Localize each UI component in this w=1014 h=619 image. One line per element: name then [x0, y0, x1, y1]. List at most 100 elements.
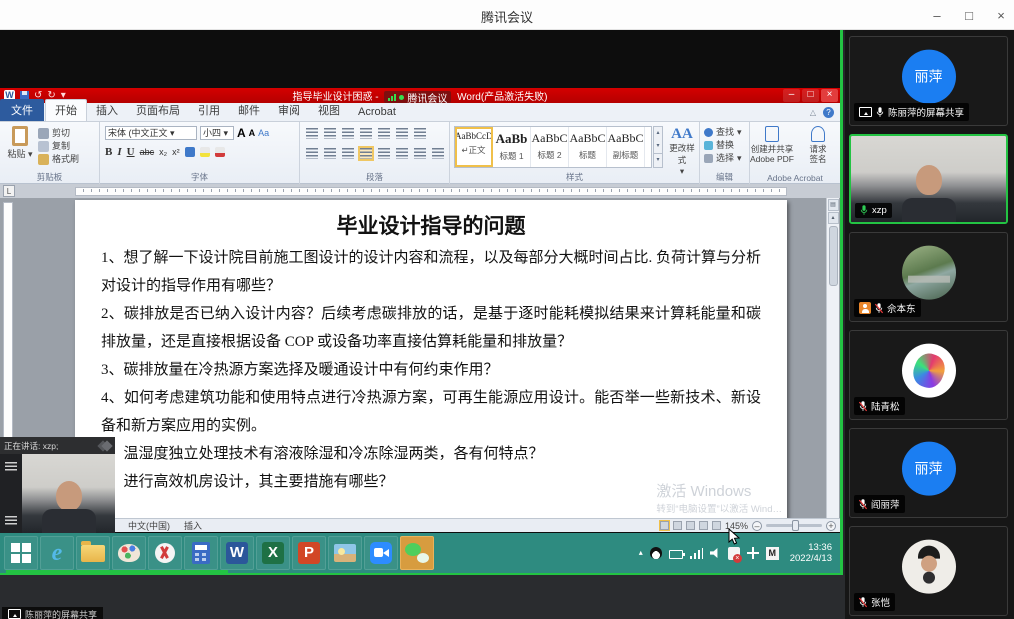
tab-file[interactable]: 文件 [0, 99, 44, 121]
bullets-icon[interactable] [306, 128, 318, 139]
zoom-in-button[interactable]: + [826, 521, 836, 531]
highlight-color-icon[interactable] [200, 147, 210, 157]
participant-tile-shebendon[interactable]: 佘本东 [849, 232, 1008, 322]
align-center-icon[interactable] [324, 148, 336, 159]
horizontal-ruler[interactable] [75, 187, 787, 196]
subscript-button[interactable]: x₂ [159, 147, 167, 157]
italic-button[interactable]: I [117, 146, 121, 158]
input-method-icon[interactable]: M [766, 547, 779, 560]
participant-tile-screenshare[interactable]: 丽萍 陈丽萍的屏幕共享 [849, 36, 1008, 126]
view-print-layout-icon[interactable] [660, 521, 669, 530]
menu-icon[interactable] [5, 516, 17, 525]
request-signature-button[interactable]: 请求 签名 [796, 126, 840, 164]
style-heading2[interactable]: AaBbC 标题 2 [531, 127, 569, 167]
grow-font-button[interactable]: A [237, 126, 246, 140]
justify-icon[interactable] [360, 148, 372, 159]
underline-button[interactable]: U [127, 146, 135, 158]
decrease-indent-icon[interactable] [360, 128, 372, 139]
cut-button[interactable]: 剪切 [38, 127, 79, 140]
word-minimize-icon[interactable]: – [783, 89, 800, 102]
style-subtitle[interactable]: AaBbC 副标题 [607, 127, 645, 167]
zoom-slider[interactable] [766, 524, 822, 527]
tab-home[interactable]: 开始 [45, 99, 87, 121]
tab-insert[interactable]: 插入 [87, 100, 127, 121]
zoom-slider-thumb[interactable] [792, 520, 799, 531]
participant-tile-yanliping[interactable]: 丽萍 阎丽萍 [849, 428, 1008, 518]
font-size-select[interactable]: 小四 ▾ [200, 126, 234, 140]
tab-references[interactable]: 引用 [189, 100, 229, 121]
view-fullscreen-icon[interactable] [673, 521, 682, 530]
word-close-icon[interactable]: × [821, 89, 838, 102]
taskbar-excel[interactable]: X [256, 536, 290, 570]
menu-icon[interactable] [5, 462, 17, 471]
change-case-button[interactable]: Aa [258, 128, 269, 138]
increase-indent-icon[interactable] [378, 128, 390, 139]
style-heading1[interactable]: AaBb 标题 1 [493, 127, 531, 167]
sort-icon[interactable] [396, 128, 408, 139]
taskbar-word[interactable]: W [220, 536, 254, 570]
speaker-icon[interactable] [710, 548, 721, 559]
show-marks-icon[interactable] [414, 128, 426, 139]
taskbar-powerpoint[interactable]: P [292, 536, 326, 570]
vertical-ruler[interactable] [3, 202, 13, 442]
maximize-icon[interactable]: □ [962, 8, 976, 23]
self-video-preview[interactable] [22, 454, 115, 533]
taskbar-internet-explorer[interactable]: e [40, 536, 74, 570]
action-center-icon[interactable] [728, 547, 740, 560]
ruler-toggle-icon[interactable]: ▤ [828, 199, 839, 211]
line-spacing-icon[interactable] [396, 148, 408, 159]
bold-button[interactable]: B [105, 146, 112, 158]
text-effects-icon[interactable] [185, 147, 195, 157]
font-name-select[interactable]: 宋体 (中文正文 ▾ [105, 126, 197, 140]
start-button[interactable] [4, 536, 38, 570]
taskbar-tencent-meeting[interactable] [364, 536, 398, 570]
network-signal-icon[interactable] [690, 548, 703, 559]
taskbar-wechat[interactable] [400, 536, 434, 570]
align-right-icon[interactable] [342, 148, 354, 159]
font-color-icon[interactable] [215, 147, 225, 157]
minimize-ribbon-icon[interactable]: △ [810, 108, 816, 117]
view-web-icon[interactable] [686, 521, 695, 530]
strikethrough-button[interactable]: abc [140, 147, 155, 157]
tab-acrobat[interactable]: Acrobat [349, 104, 405, 121]
speaker-overlay[interactable]: 正在讲话: xzp; [0, 437, 115, 533]
view-outline-icon[interactable] [699, 521, 708, 530]
touch-keyboard-icon[interactable] [747, 547, 759, 559]
participant-tile-xzp[interactable]: xzp [849, 134, 1008, 224]
numbering-icon[interactable] [324, 128, 336, 139]
view-draft-icon[interactable] [712, 521, 721, 530]
distribute-icon[interactable] [378, 148, 390, 159]
align-left-icon[interactable] [306, 148, 318, 159]
taskbar-snipping-tool[interactable] [148, 536, 182, 570]
tab-view[interactable]: 视图 [309, 100, 349, 121]
status-insert-mode[interactable]: 插入 [184, 519, 202, 532]
format-painter-button[interactable]: 格式刷 [38, 153, 79, 166]
tray-expand-icon[interactable]: ▴ [639, 533, 643, 573]
help-icon[interactable]: ? [823, 107, 834, 118]
scroll-up-icon[interactable]: ▴ [828, 212, 839, 224]
tab-selector[interactable]: L [3, 185, 15, 197]
close-icon[interactable]: × [994, 8, 1008, 23]
tab-review[interactable]: 审阅 [269, 100, 309, 121]
tab-page-layout[interactable]: 页面布局 [127, 100, 189, 121]
superscript-button[interactable]: x² [172, 147, 180, 157]
tab-mailings[interactable]: 邮件 [229, 100, 269, 121]
change-styles-button[interactable]: AA 更改样式 ▾ [666, 126, 698, 177]
styles-gallery-scroll[interactable]: ▴ ▾ ▾ [653, 126, 663, 168]
document-page[interactable]: 毕业设计指导的问题 1、想了解一下设计院目前施工图设计的设计内容和流程，以及每部… [75, 200, 787, 518]
word-restore-icon[interactable]: □ [802, 89, 819, 102]
scrollbar-thumb[interactable] [829, 226, 838, 286]
multilevel-list-icon[interactable] [342, 128, 354, 139]
find-button[interactable]: 查找 ▾ [704, 126, 742, 139]
borders-icon[interactable] [432, 148, 444, 159]
copy-button[interactable]: 复制 [38, 140, 79, 153]
status-language[interactable]: 中文(中国) [128, 519, 170, 532]
vertical-scrollbar[interactable]: ▤ ▴ [826, 198, 839, 518]
taskbar-calculator[interactable] [184, 536, 218, 570]
minimize-icon[interactable]: – [930, 8, 944, 23]
participant-tile-zhangkai[interactable]: 张恺 [849, 526, 1008, 616]
shading-icon[interactable] [414, 148, 426, 159]
style-normal[interactable]: AaBbCcDd ↵正文 [455, 127, 493, 167]
replace-button[interactable]: 替换 [704, 139, 742, 152]
battery-icon[interactable] [669, 550, 683, 559]
